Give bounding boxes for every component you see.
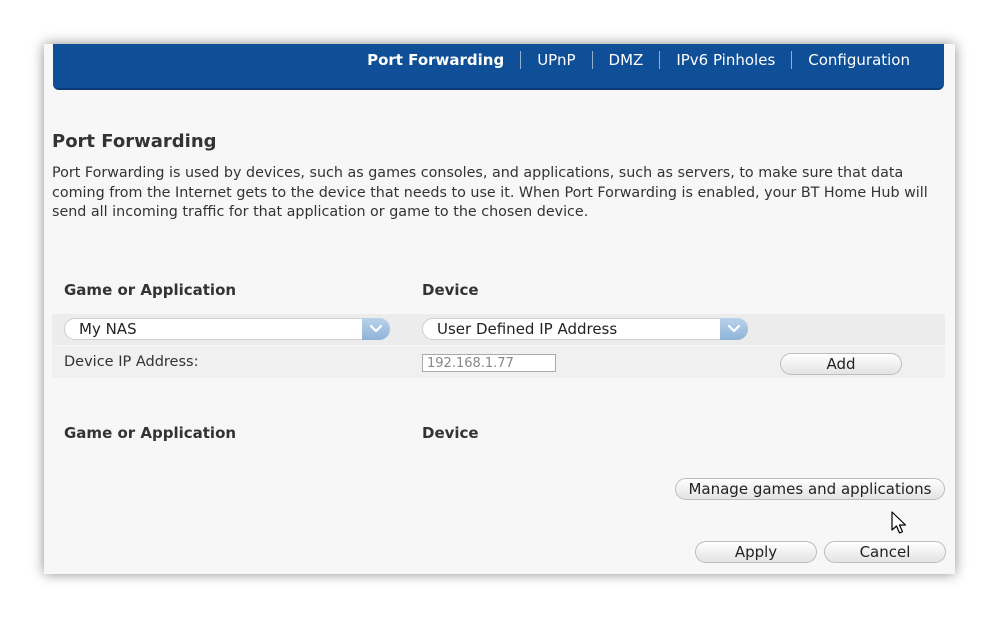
router-panel: Port Forwarding UPnP DMZ IPv6 Pinholes C… bbox=[44, 44, 955, 574]
device-ip-address-label: Device IP Address: bbox=[64, 354, 199, 370]
rules-header-game-or-application: Game or Application bbox=[64, 424, 237, 442]
device-select[interactable]: User Defined IP Address bbox=[422, 318, 748, 340]
chevron-down-icon bbox=[720, 318, 748, 340]
page-description: Port Forwarding is used by devices, such… bbox=[52, 165, 928, 220]
header-game-or-application: Game or Application bbox=[64, 281, 237, 299]
device-ip-address-input[interactable] bbox=[422, 354, 556, 372]
page-title: Port Forwarding bbox=[52, 131, 217, 152]
add-button[interactable]: Add bbox=[780, 353, 902, 375]
tab-dmz[interactable]: DMZ bbox=[591, 51, 660, 69]
tab-port-forwarding[interactable]: Port Forwarding bbox=[351, 51, 520, 69]
cancel-button[interactable]: Cancel bbox=[824, 541, 946, 563]
rules-header-device: Device bbox=[422, 424, 479, 442]
nav-tabs: Port Forwarding UPnP DMZ IPv6 Pinholes C… bbox=[351, 50, 926, 70]
manage-games-applications-button[interactable]: Manage games and applications bbox=[675, 478, 945, 500]
tab-ipv6-pinholes[interactable]: IPv6 Pinholes bbox=[659, 51, 791, 69]
mouse-pointer-icon bbox=[891, 511, 907, 534]
tab-configuration[interactable]: Configuration bbox=[791, 51, 926, 69]
top-navigation-bar: Port Forwarding UPnP DMZ IPv6 Pinholes C… bbox=[53, 44, 944, 90]
apply-button[interactable]: Apply bbox=[695, 541, 817, 563]
game-application-select[interactable]: My NAS bbox=[64, 318, 390, 340]
device-select-value: User Defined IP Address bbox=[437, 320, 618, 338]
header-device: Device bbox=[422, 281, 479, 299]
tab-upnp[interactable]: UPnP bbox=[520, 51, 591, 69]
game-application-select-value: My NAS bbox=[79, 320, 137, 338]
chevron-down-icon bbox=[362, 318, 390, 340]
